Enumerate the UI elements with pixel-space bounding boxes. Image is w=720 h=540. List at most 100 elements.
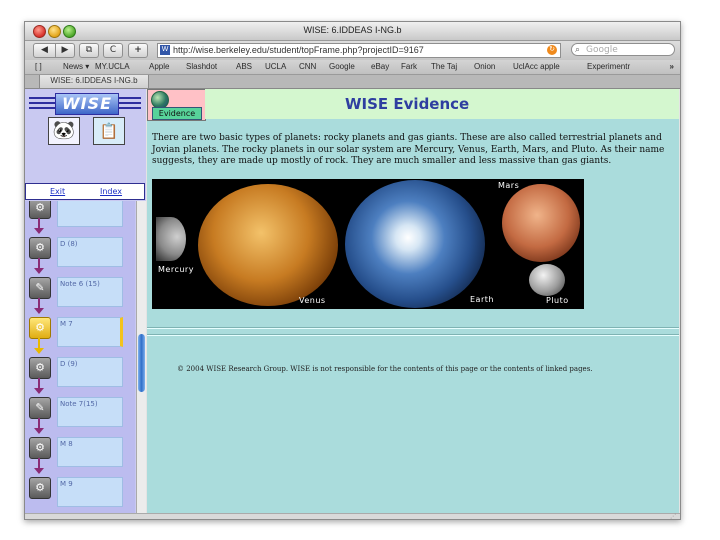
planets-image: Mercury Venus Earth Mars Pluto <box>152 179 584 309</box>
bookmark-item[interactable]: Fark <box>401 60 417 74</box>
mercury-label: Mercury <box>158 265 194 274</box>
back-button[interactable]: ◀ <box>33 43 56 58</box>
step-item[interactable]: ⚙ D (9) <box>25 357 135 397</box>
step-item-active[interactable]: ⚙ M 7 <box>25 317 135 357</box>
panda-icon: 🐼 <box>52 120 76 141</box>
gear-icon: ⚙ <box>29 317 51 339</box>
address-url: http://wise.berkeley.edu/student/topFram… <box>173 45 424 55</box>
step-label: Note 6 (15) <box>57 277 123 307</box>
wise-logo-text: WISE <box>55 93 119 115</box>
new-tab-button[interactable]: ⧉ <box>79 43 99 58</box>
divider <box>147 327 679 329</box>
more-bookmarks-chevron-icon[interactable]: » <box>670 60 674 74</box>
add-bookmark-button[interactable]: + <box>128 43 148 58</box>
earth-planet <box>345 180 485 308</box>
notes-button[interactable]: 📋 <box>93 117 125 145</box>
pluto-planet <box>529 264 565 296</box>
step-label <box>57 201 123 227</box>
exit-link[interactable]: Exit <box>50 184 65 199</box>
step-item[interactable]: ⚙ <box>25 201 135 237</box>
bookmark-item[interactable]: MY.UCLA <box>95 60 130 74</box>
step-label: M 9 <box>57 477 123 507</box>
step-item[interactable]: ✎ Note 7(15) <box>25 397 135 437</box>
step-label: M 8 <box>57 437 123 467</box>
venus-planet <box>198 184 338 306</box>
divider <box>147 334 679 336</box>
gear-icon: ⚙ <box>29 237 51 259</box>
evidence-tab[interactable]: Evidence <box>147 89 206 121</box>
reload-button[interactable]: C <box>103 43 123 58</box>
tab-bar: WISE: 6.IDDEAS I-NG.b <box>25 75 680 89</box>
rss-icon[interactable]: ↻ <box>547 45 557 55</box>
bookmark-item[interactable]: Apple <box>149 60 169 74</box>
bookmark-item[interactable]: [ ] <box>35 60 42 74</box>
browser-window: WISE: 6.IDDEAS I-NG.b ◀ ▶ ⧉ C + Whttp://… <box>24 21 681 520</box>
status-bar: ⋰ <box>25 513 680 520</box>
back-arrow-icon: ◀ <box>41 45 48 55</box>
step-item[interactable]: ⚙ M 9 <box>25 477 135 513</box>
down-arrow-icon <box>34 418 44 434</box>
step-item[interactable]: ⚙ M 8 <box>25 437 135 477</box>
mercury-planet <box>156 217 186 261</box>
bookmark-item[interactable]: Experimentr <box>587 60 630 74</box>
down-arrow-icon <box>34 298 44 314</box>
search-placeholder: Google <box>586 45 618 55</box>
browser-tab-active[interactable]: WISE: 6.IDDEAS I-NG.b <box>39 75 149 89</box>
notes-icon: 📋 <box>99 122 119 140</box>
note-icon: ✎ <box>29 397 51 419</box>
index-link[interactable]: Index <box>100 184 122 199</box>
browser-toolbar: ◀ ▶ ⧉ C + Whttp://wise.berkeley.edu/stud… <box>25 41 680 60</box>
down-arrow-icon <box>34 258 44 274</box>
bookmark-item[interactable]: ABS <box>236 60 252 74</box>
bookmark-item[interactable]: Onion <box>474 60 495 74</box>
plus-icon: + <box>134 45 142 55</box>
pluto-label: Pluto <box>546 296 569 305</box>
resize-grip-icon[interactable]: ⋰ <box>670 514 678 520</box>
bookmark-item[interactable]: UclAcc apple <box>513 60 560 74</box>
forward-arrow-icon: ▶ <box>61 45 69 55</box>
step-label: M 7 <box>57 317 123 347</box>
bookmark-item[interactable]: CNN <box>299 60 316 74</box>
step-label: Note 7(15) <box>57 397 123 427</box>
step-item[interactable]: ⚙ D (8) <box>25 237 135 277</box>
gear-icon: ⚙ <box>29 477 51 499</box>
sidebar-nav-links: Exit Index <box>25 183 145 200</box>
step-label: D (8) <box>57 237 123 267</box>
evidence-content: Evidence WISE Evidence There are two bas… <box>147 89 679 513</box>
bookmark-item[interactable]: The Taj <box>431 60 457 74</box>
gear-icon: ⚙ <box>29 201 51 219</box>
tabs-icon: ⧉ <box>85 45 93 55</box>
scroll-thumb[interactable] <box>138 334 145 392</box>
mars-label: Mars <box>498 181 520 190</box>
step-list: ⚙ ⚙ D (8) ✎ Note 6 (15) ⚙ M 7 ⚙ D (9) ✎ … <box>25 201 135 513</box>
address-bar[interactable]: Whttp://wise.berkeley.edu/student/topFra… <box>157 43 561 58</box>
gear-icon: ⚙ <box>29 357 51 379</box>
down-arrow-icon <box>34 338 44 354</box>
forward-button[interactable]: ▶ <box>55 43 75 58</box>
down-arrow-icon <box>34 378 44 394</box>
search-icon: ⌕ <box>575 45 581 55</box>
bookmark-item[interactable]: Google <box>329 60 355 74</box>
wise-sidebar: WISE 🐼 📋 Exit Index ⚙ ⚙ D (8) ✎ Note 6 (… <box>25 89 146 513</box>
evidence-paragraph: There are two basic types of planets: ro… <box>152 133 665 166</box>
bookmark-item[interactable]: Slashdot <box>186 60 217 74</box>
panda-avatar-button[interactable]: 🐼 <box>48 117 80 145</box>
reload-icon: C <box>109 45 117 55</box>
bookmarks-bar: [ ] News ▾ MY.UCLA Apple Slashdot ABS UC… <box>25 60 680 75</box>
gear-icon: ⚙ <box>29 437 51 459</box>
search-field[interactable]: ⌕ Google <box>571 43 675 56</box>
sidebar-scrollbar[interactable] <box>136 201 146 513</box>
down-arrow-icon <box>34 218 44 234</box>
site-favicon-icon: W <box>160 45 170 55</box>
down-arrow-icon <box>34 458 44 474</box>
mars-planet <box>502 184 580 262</box>
venus-label: Venus <box>299 296 326 305</box>
bookmark-item[interactable]: eBay <box>371 60 389 74</box>
bookmark-item[interactable]: News ▾ <box>63 60 89 74</box>
step-item[interactable]: ✎ Note 6 (15) <box>25 277 135 317</box>
evidence-tab-label: Evidence <box>152 107 202 120</box>
wise-logo: WISE <box>29 93 141 115</box>
window-title: WISE: 6.IDDEAS I-NG.b <box>303 25 402 35</box>
page-title: WISE Evidence <box>345 95 470 113</box>
bookmark-item[interactable]: UCLA <box>265 60 286 74</box>
